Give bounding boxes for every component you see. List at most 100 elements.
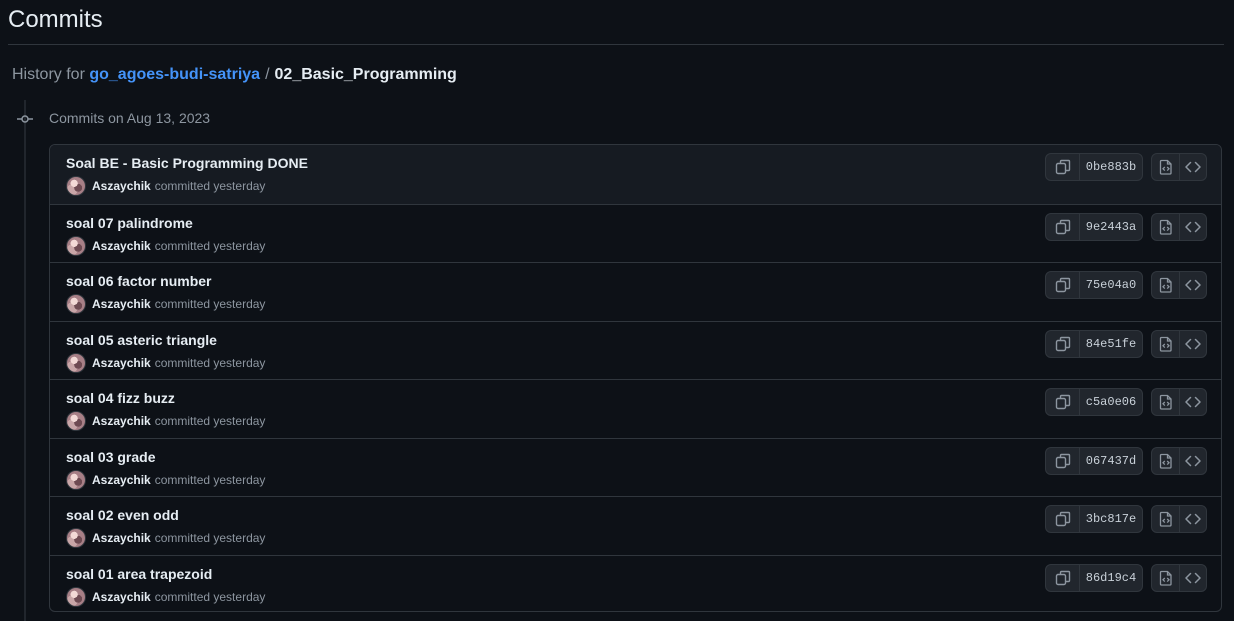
- breadcrumb-folder: 02_Basic_Programming: [274, 66, 457, 83]
- commit-author-link[interactable]: Aszaychik: [92, 531, 151, 545]
- browse-button-group: [1151, 329, 1207, 358]
- commit-author-link[interactable]: Aszaychik: [92, 179, 151, 193]
- sha-button-group: 84e51fe: [1045, 329, 1143, 358]
- commit-actions: c5a0e06: [1045, 388, 1207, 416]
- browse-files-button[interactable]: [1152, 506, 1179, 532]
- commit-action-text: committed yesterday: [154, 589, 266, 604]
- copy-sha-button[interactable]: [1046, 565, 1079, 591]
- commit-message-link[interactable]: soal 03 grade: [66, 448, 156, 466]
- commit-author-link[interactable]: Aszaychik: [92, 473, 151, 487]
- commit-sha-link[interactable]: 3bc817e: [1079, 506, 1142, 532]
- commit-actions: 84e51fe: [1045, 329, 1207, 358]
- browse-repo-button[interactable]: [1179, 389, 1206, 415]
- commit-row: soal 02 even odd Aszaychik committed yes…: [50, 496, 1221, 555]
- commit-sha-link[interactable]: 86d19c4: [1079, 564, 1142, 591]
- browse-repo-button[interactable]: [1179, 213, 1206, 240]
- commit-meta: Aszaychik committed yesterday: [66, 469, 266, 490]
- author-avatar[interactable]: [66, 528, 86, 548]
- author-avatar[interactable]: [66, 469, 86, 490]
- commit-sha-link[interactable]: 0be883b: [1079, 154, 1142, 180]
- browse-files-button[interactable]: [1152, 272, 1179, 298]
- browse-repo-button[interactable]: [1179, 506, 1206, 532]
- copy-sha-button[interactable]: [1046, 272, 1079, 298]
- commit-meta: Aszaychik committed yesterday: [66, 176, 265, 196]
- sha-button-group: 0be883b: [1045, 153, 1143, 181]
- code-icon: [1185, 513, 1201, 525]
- file-code-icon: [1159, 453, 1172, 469]
- copy-sha-button[interactable]: [1046, 506, 1079, 532]
- commit-message-link[interactable]: soal 07 palindrome: [66, 214, 193, 232]
- commit-author-link[interactable]: Aszaychik: [92, 590, 151, 604]
- author-avatar[interactable]: [66, 586, 86, 607]
- commit-action-text: committed yesterday: [154, 238, 266, 253]
- commit-actions: 86d19c4: [1045, 563, 1207, 592]
- copy-sha-button[interactable]: [1046, 331, 1079, 357]
- commit-action-text: committed yesterday: [154, 472, 266, 487]
- commit-message-link[interactable]: soal 05 asteric triangle: [66, 331, 217, 349]
- author-avatar[interactable]: [66, 235, 86, 256]
- commit-sha-link[interactable]: 84e51fe: [1079, 330, 1142, 357]
- browse-files-button[interactable]: [1152, 154, 1179, 180]
- browse-files-button[interactable]: [1152, 331, 1179, 357]
- commit-row: soal 06 factor number Aszaychik committe…: [50, 262, 1221, 321]
- breadcrumb-repo-link[interactable]: go_agoes-budi-satriya: [89, 66, 260, 83]
- browse-repo-button[interactable]: [1179, 272, 1206, 298]
- commit-sha-link[interactable]: 9e2443a: [1079, 213, 1142, 240]
- commit-row: Soal BE - Basic Programming DONE Aszaych…: [50, 145, 1221, 204]
- copy-icon: [1055, 219, 1070, 234]
- copy-sha-button[interactable]: [1046, 154, 1079, 180]
- commit-actions: 75e04a0: [1045, 271, 1207, 299]
- browse-repo-button[interactable]: [1179, 154, 1206, 180]
- browse-files-button[interactable]: [1152, 389, 1179, 415]
- commit-author-link[interactable]: Aszaychik: [92, 414, 151, 428]
- commit-actions: 0be883b: [1045, 153, 1207, 181]
- browse-files-button[interactable]: [1152, 214, 1179, 240]
- author-avatar[interactable]: [66, 352, 86, 373]
- commit-sha-link[interactable]: 067437d: [1079, 447, 1142, 474]
- browse-files-button[interactable]: [1152, 565, 1179, 591]
- commit-meta: Aszaychik committed yesterday: [66, 411, 265, 431]
- browse-repo-button[interactable]: [1179, 447, 1206, 474]
- copy-icon: [1055, 159, 1070, 175]
- browse-files-button[interactable]: [1152, 448, 1179, 474]
- commit-actions: 3bc817e: [1045, 505, 1207, 533]
- commit-sha-link[interactable]: c5a0e06: [1079, 389, 1142, 415]
- commit-author-link[interactable]: Aszaychik: [92, 356, 151, 370]
- commit-message-link[interactable]: soal 04 fizz buzz: [66, 389, 175, 407]
- commit-message-link[interactable]: soal 06 factor number: [66, 272, 212, 290]
- sha-button-group: 9e2443a: [1045, 212, 1143, 241]
- browse-button-group: [1151, 212, 1207, 241]
- copy-icon: [1055, 336, 1070, 351]
- author-avatar[interactable]: [66, 294, 86, 314]
- commit-message-link[interactable]: Soal BE - Basic Programming DONE: [66, 154, 308, 172]
- browse-repo-button[interactable]: [1179, 330, 1206, 357]
- file-code-icon: [1159, 336, 1172, 352]
- commit-action-text: committed yesterday: [154, 531, 266, 545]
- browse-repo-button[interactable]: [1179, 564, 1206, 591]
- code-icon: [1185, 338, 1201, 349]
- commit-action-text: committed yesterday: [154, 355, 266, 370]
- commit-author-link[interactable]: Aszaychik: [92, 239, 151, 253]
- commit-author-link[interactable]: Aszaychik: [92, 297, 151, 311]
- commit-actions: 9e2443a: [1045, 212, 1207, 241]
- commit-action-text: committed yesterday: [154, 414, 266, 428]
- commits-page: Commits History for go_agoes-budi-satriy…: [0, 0, 1234, 621]
- author-avatar[interactable]: [66, 176, 86, 196]
- code-icon: [1185, 161, 1201, 173]
- commit-sha-link[interactable]: 75e04a0: [1079, 272, 1142, 298]
- author-avatar[interactable]: [66, 411, 86, 431]
- code-icon: [1185, 396, 1201, 408]
- file-code-icon: [1159, 159, 1172, 175]
- copy-icon: [1055, 570, 1070, 585]
- timeline-line: [24, 100, 26, 621]
- commit-meta: Aszaychik committed yesterday: [66, 352, 266, 373]
- code-icon: [1185, 455, 1201, 466]
- copy-sha-button[interactable]: [1046, 448, 1079, 474]
- copy-sha-button[interactable]: [1046, 214, 1079, 240]
- commit-row: soal 01 area trapezoid Aszaychik committ…: [50, 554, 1221, 612]
- commit-message-link[interactable]: soal 01 area trapezoid: [66, 565, 212, 583]
- browse-button-group: [1151, 153, 1207, 181]
- commit-message-link[interactable]: soal 02 even odd: [66, 506, 179, 524]
- page-title: Commits: [8, 6, 103, 33]
- copy-sha-button[interactable]: [1046, 389, 1079, 415]
